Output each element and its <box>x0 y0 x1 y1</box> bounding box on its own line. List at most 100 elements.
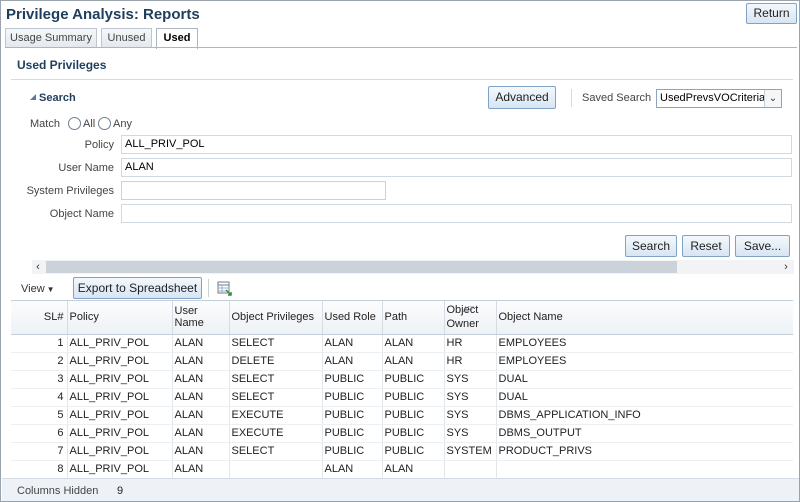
column-header-policy[interactable]: Policy <box>67 301 173 335</box>
columns-hidden-count: 9 <box>117 485 124 497</box>
detach-table-icon[interactable] <box>217 280 233 296</box>
cell-object-name: PRODUCT_PRIVS <box>496 442 793 461</box>
cell-sl: 1 <box>11 334 68 353</box>
cell-path: PUBLIC <box>382 442 445 461</box>
cell-path: ALAN <box>382 334 445 353</box>
search-button[interactable]: Search <box>625 235 677 257</box>
cell-sl: 3 <box>11 370 68 389</box>
cell-object-owner: SYS <box>444 388 497 407</box>
search-disclosure[interactable]: Search <box>30 92 76 104</box>
column-header-object-name[interactable]: Object Name <box>496 301 793 335</box>
caret-down-icon: ▼ <box>46 285 55 294</box>
cell-used-role: ALAN <box>322 460 383 478</box>
match-label: Match <box>30 118 60 130</box>
table-row[interactable]: 7 ALL_PRIV_POL ALAN SELECT PUBLIC PUBLIC SYSTE… <box>11 442 793 461</box>
column-header-user-name[interactable]: User Name <box>172 301 230 335</box>
scroll-left-icon[interactable]: ‹ <box>32 260 44 274</box>
save-button[interactable]: Save... <box>735 235 790 257</box>
cell-user-name: ALAN <box>172 424 230 443</box>
object-name-field[interactable] <box>121 204 792 223</box>
cell-object-owner: SYS <box>444 424 497 443</box>
cell-object-privileges: EXECUTE <box>229 406 323 425</box>
cell-object-privileges <box>229 460 323 478</box>
table-row[interactable]: 1 ALL_PRIV_POL ALAN SELECT ALAN ALAN HR EMPLOYE… <box>11 334 793 353</box>
return-button[interactable]: Return <box>746 3 797 24</box>
column-header-path[interactable]: Path <box>382 301 445 335</box>
scrollbar-thumb[interactable] <box>46 261 677 273</box>
policy-label: Policy <box>84 139 114 151</box>
saved-search-select[interactable]: UsedPrevsVOCriteria ⌄ <box>656 89 782 108</box>
cell-object-name: EMPLOYEES <box>496 352 793 371</box>
table-row[interactable]: 4 ALL_PRIV_POL ALAN SELECT PUBLIC PUBLIC SYS DU… <box>11 388 793 407</box>
cell-path: PUBLIC <box>382 370 445 389</box>
column-header-object-privileges[interactable]: Object Privileges <box>229 301 323 335</box>
columns-hidden-label: Columns Hidden <box>17 485 99 497</box>
cell-user-name: ALAN <box>172 460 230 478</box>
cell-object-privileges: SELECT <box>229 370 323 389</box>
system-privileges-field[interactable] <box>121 181 386 200</box>
table-row[interactable]: 2 ALL_PRIV_POL ALAN DELETE ALAN ALAN HR EMPLOYE… <box>11 352 793 371</box>
match-all-label: All <box>83 118 96 130</box>
policy-field[interactable]: ALL_PRIV_POL <box>121 135 792 154</box>
cell-user-name: ALAN <box>172 388 230 407</box>
cell-user-name: ALAN <box>172 334 230 353</box>
cell-object-owner: HR <box>444 334 497 353</box>
cell-policy: ALL_PRIV_POL <box>67 370 173 389</box>
cell-sl: 4 <box>11 388 68 407</box>
cell-object-owner: SYS <box>444 370 497 389</box>
saved-search-label: Saved Search <box>582 92 652 104</box>
tab-used[interactable]: Used <box>156 28 198 49</box>
table-row[interactable]: 6 ALL_PRIV_POL ALAN EXECUTE PUBLIC PUBLIC SYS D… <box>11 424 793 443</box>
table-body: 1 ALL_PRIV_POL ALAN SELECT ALAN ALAN HR EMPLOYE… <box>11 334 793 478</box>
table-row[interactable]: 5 ALL_PRIV_POL ALAN EXECUTE PUBLIC PUBLIC SYS D… <box>11 406 793 425</box>
object-name-label: Object Name <box>49 208 114 220</box>
match-any-radio[interactable] <box>98 117 111 130</box>
cell-used-role: PUBLIC <box>322 370 383 389</box>
user-name-label: User Name <box>58 162 114 174</box>
tab-unused[interactable]: Unused <box>101 28 152 48</box>
advanced-button[interactable]: Advanced <box>488 86 556 109</box>
column-header-sl[interactable]: SL# <box>11 301 68 335</box>
horizontal-scrollbar[interactable]: ‹ › <box>32 260 794 274</box>
cell-used-role: PUBLIC <box>322 406 383 425</box>
table-row[interactable]: 8 ALL_PRIV_POL ALAN ALAN ALAN <box>11 460 793 478</box>
cell-user-name: ALAN <box>172 352 230 371</box>
cell-user-name: ALAN <box>172 370 230 389</box>
match-any-label: Any <box>113 118 132 130</box>
cell-path: PUBLIC <box>382 424 445 443</box>
cell-object-name: DBMS_APPLICATION_INFO <box>496 406 793 425</box>
cell-object-name: EMPLOYEES <box>496 334 793 353</box>
cell-object-privileges: SELECT <box>229 388 323 407</box>
cell-policy: ALL_PRIV_POL <box>67 424 173 443</box>
used-privileges-table: SL# Policy User Name Object Privileges U… <box>11 300 793 478</box>
cell-sl: 8 <box>11 460 68 478</box>
export-to-spreadsheet-button[interactable]: Export to Spreadsheet <box>73 277 202 299</box>
column-header-used-role[interactable]: Used Role <box>322 301 383 335</box>
search-toggle-label: Search <box>39 92 76 104</box>
table-row[interactable]: 3 ALL_PRIV_POL ALAN SELECT PUBLIC PUBLIC SYS DU… <box>11 370 793 389</box>
user-name-field[interactable]: ALAN <box>121 158 792 177</box>
cell-object-name: DUAL <box>496 370 793 389</box>
view-menu-label: View <box>21 283 45 295</box>
disclosure-triangle-icon <box>30 94 36 100</box>
page-title: Privilege Analysis: Reports <box>6 6 200 23</box>
tab-usage-summary[interactable]: Usage Summary <box>5 28 97 48</box>
cell-policy: ALL_PRIV_POL <box>67 460 173 478</box>
tab-divider <box>5 47 797 48</box>
cell-sl: 6 <box>11 424 68 443</box>
app-window: Privilege Analysis: Reports Return Usage… <box>0 0 800 502</box>
scroll-right-icon[interactable]: › <box>780 260 792 274</box>
chevron-down-icon[interactable]: ⌄ <box>764 90 781 107</box>
cell-path: PUBLIC <box>382 388 445 407</box>
cell-used-role: ALAN <box>322 352 383 371</box>
cell-object-name <box>496 460 793 478</box>
cell-sl: 5 <box>11 406 68 425</box>
cell-path: ALAN <box>382 352 445 371</box>
view-menu[interactable]: View ▼ <box>21 283 55 295</box>
reset-button[interactable]: Reset <box>682 235 730 257</box>
match-all-radio[interactable] <box>68 117 81 130</box>
sort-arrows-icon[interactable]: △▽ <box>463 304 474 313</box>
cell-policy: ALL_PRIV_POL <box>67 334 173 353</box>
column-header-object-owner[interactable]: Object Owner △▽ <box>444 301 497 335</box>
section-divider <box>11 79 793 80</box>
